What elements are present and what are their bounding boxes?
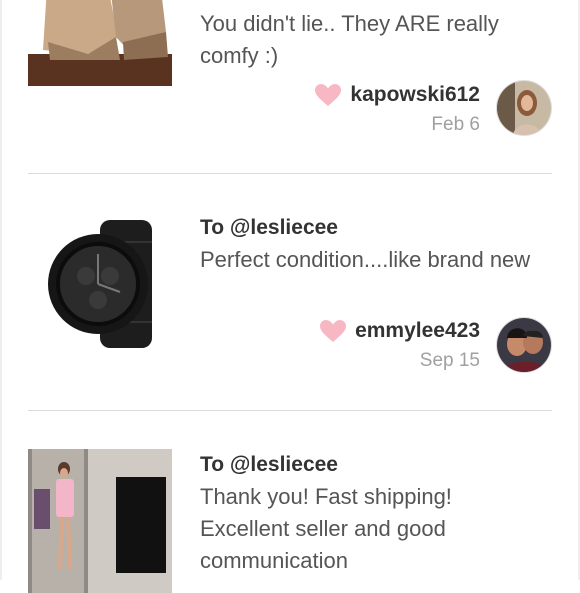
wedge-shoes-image: [28, 0, 172, 86]
mirror-outfit-image: [28, 449, 172, 593]
review-thumbnail[interactable]: [28, 449, 172, 593]
review-message: You didn't lie.. They ARE really comfy :…: [200, 11, 499, 68]
reviewer-username[interactable]: kapowski612: [350, 83, 480, 107]
review-recipient[interactable]: To @lesliecee: [200, 449, 540, 481]
black-watch-image: [28, 212, 172, 356]
review-item: To @lesliecee Perfect condition....like …: [0, 174, 580, 410]
review-date: Sep 15: [419, 350, 480, 371]
kapowski612-avatar: [497, 81, 551, 135]
review-item: You didn't lie.. They ARE really comfy :…: [0, 0, 580, 173]
review-message: Perfect condition....like brand new: [200, 247, 531, 272]
review-message: Thank you! Fast shipping! Excellent sell…: [200, 484, 452, 573]
heart-icon[interactable]: [319, 319, 347, 343]
review-thumbnail[interactable]: [28, 212, 172, 356]
review-item: To @lesliecee Thank you! Fast shipping! …: [0, 411, 580, 593]
review-date: Feb 6: [431, 114, 480, 135]
reviewer-avatar[interactable]: [496, 80, 552, 136]
review-recipient[interactable]: To @lesliecee: [200, 212, 540, 244]
emmylee423-avatar: [497, 318, 551, 372]
review-thumbnail[interactable]: [28, 0, 172, 86]
reviewer-username[interactable]: emmylee423: [355, 319, 480, 343]
reviewer-avatar[interactable]: [496, 317, 552, 373]
heart-icon[interactable]: [314, 83, 342, 107]
